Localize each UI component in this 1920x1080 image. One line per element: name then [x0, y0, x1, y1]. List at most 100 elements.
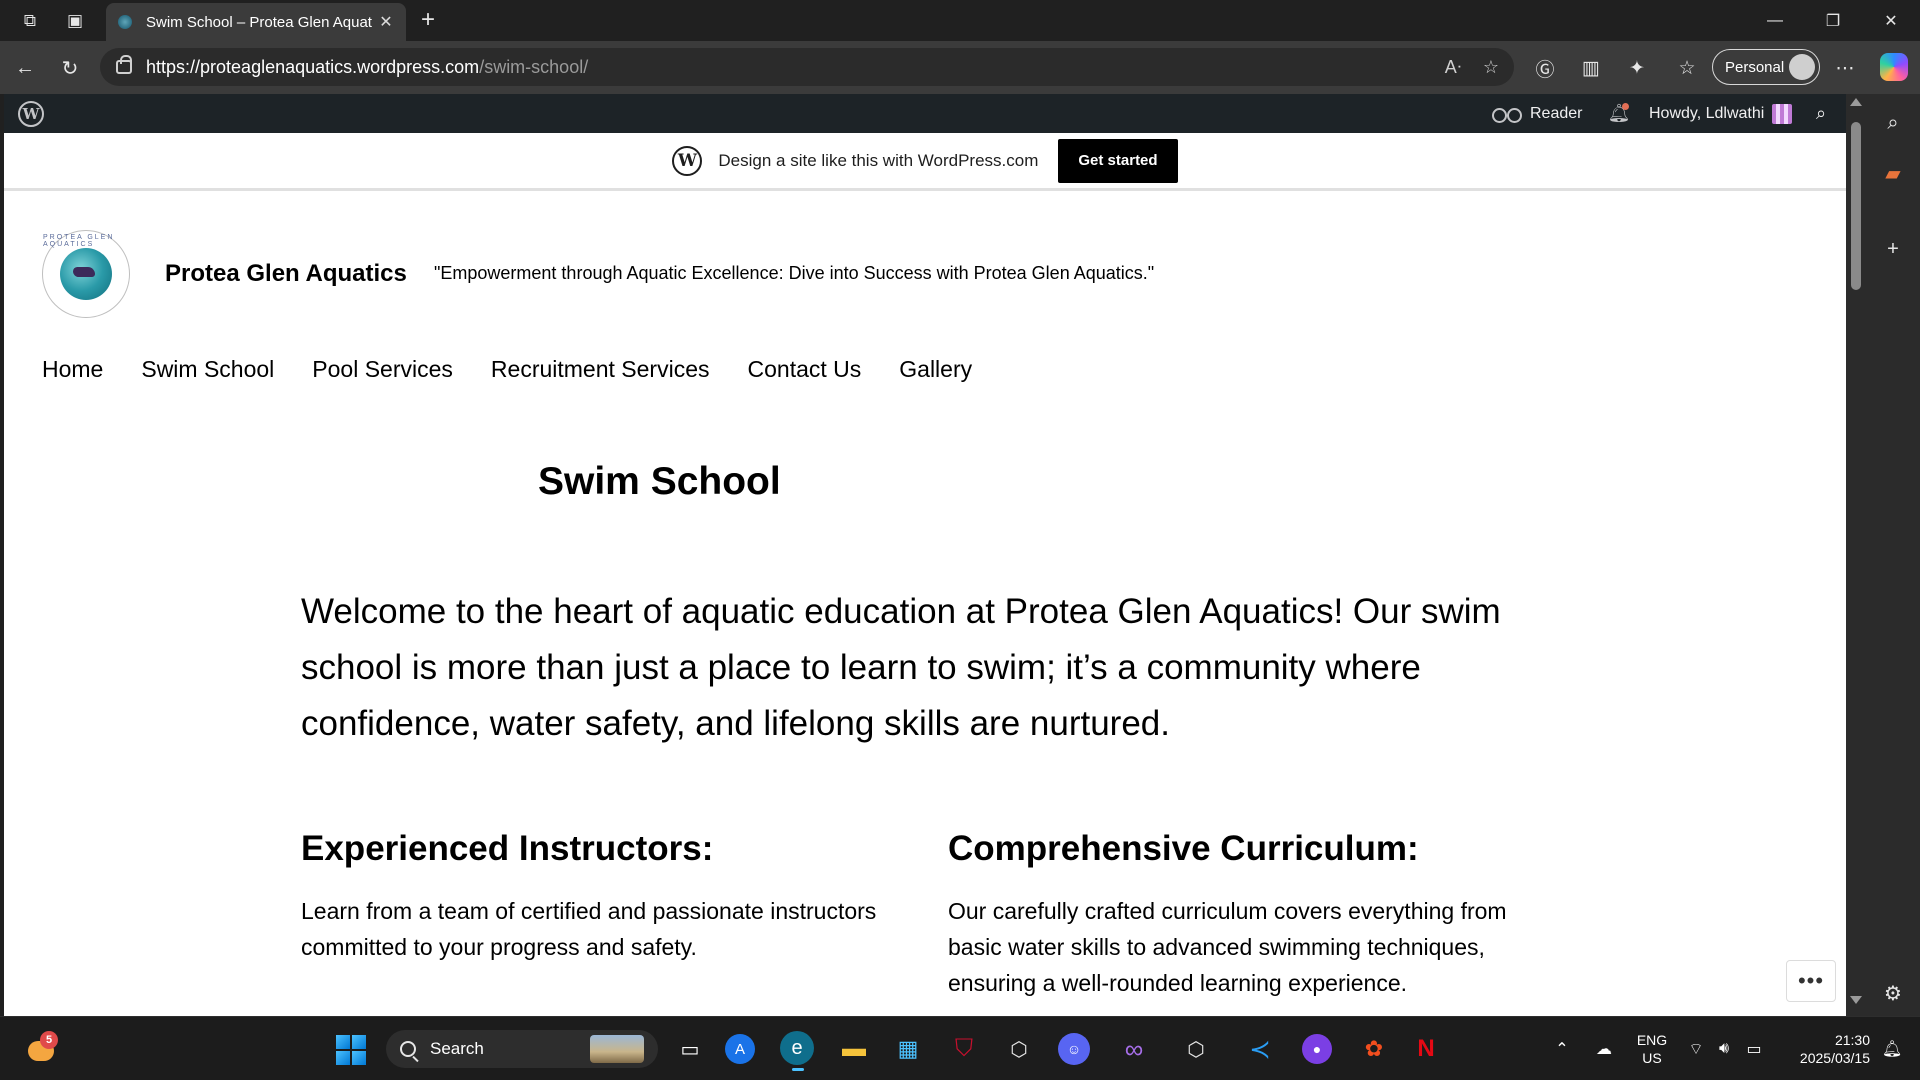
site-favicon-icon [118, 15, 132, 29]
file-explorer-icon[interactable]: ▬ [836, 1031, 872, 1067]
bell-icon: 🔔︎ [1607, 102, 1631, 123]
wifi-icon[interactable]: ⌔ [1684, 1037, 1708, 1061]
reader-link[interactable]: Reader [1492, 94, 1582, 133]
battery-icon[interactable]: ▭ [1742, 1037, 1766, 1061]
browser-toolbar: ← ↻ https://proteaglenaquatics.wordpress… [0, 41, 1920, 94]
admin-search-icon[interactable]: ⌕ [1816, 94, 1826, 133]
weather-badge: 5 [40, 1031, 58, 1049]
volume-icon[interactable]: 🔊︎ [1712, 1037, 1736, 1061]
onedrive-icon[interactable]: ☁ [1592, 1037, 1616, 1061]
logo-swimmer-icon [73, 267, 95, 277]
get-started-button[interactable]: Get started [1058, 138, 1178, 183]
more-options-icon[interactable]: ⋯ [1830, 53, 1860, 83]
tab-close-icon[interactable]: ✕ [374, 12, 398, 32]
site-tagline: "Empowerment through Aquatic Excellence:… [434, 263, 1155, 283]
back-arrow-icon[interactable]: ← [10, 53, 40, 83]
favorite-star-icon[interactable]: ☆ [1476, 52, 1506, 82]
tools-briefcase-icon[interactable]: ▰ [1878, 158, 1908, 188]
task-view-icon[interactable]: ▭ [672, 1031, 708, 1067]
section-heading: Comprehensive Curriculum: [948, 829, 1419, 868]
section-comprehensive-curriculum: Comprehensive Curriculum: Our carefully … [948, 829, 1548, 1001]
browser-titlebar: ⧉ ▣ Swim School – Protea Glen Aquat ✕ + … [0, 0, 1920, 41]
wp-admin-bar: W Reader 🔔︎ Howdy, Ldlwathi ⌕ [4, 94, 1846, 133]
intro-paragraph: Welcome to the heart of aquatic educatio… [301, 592, 1501, 743]
edge-sidebar: ⌕ ▰ + ⚙ [1866, 94, 1920, 1016]
extensions-puzzle-icon[interactable]: ✦ [1622, 53, 1652, 83]
refresh-icon[interactable]: ↻ [55, 53, 85, 83]
unity-icon[interactable]: ⬡ [1001, 1031, 1037, 1067]
close-window-icon[interactable]: ✕ [1868, 6, 1914, 36]
language-bottom: US [1642, 1050, 1662, 1066]
account-menu[interactable]: Howdy, Ldlwathi [1649, 94, 1793, 133]
section-experienced-instructors: Experienced Instructors: Learn from a te… [301, 829, 901, 965]
scroll-down-arrow-icon[interactable] [1850, 996, 1862, 1004]
section-body: Learn from a team of certified and passi… [301, 898, 877, 960]
language-indicator[interactable]: ENG US [1632, 1031, 1672, 1067]
site-title[interactable]: Protea Glen Aquatics [165, 260, 407, 288]
netflix-icon[interactable]: N [1408, 1031, 1444, 1067]
section-heading: Experienced Instructors: [301, 829, 714, 868]
profile-button[interactable]: Personal [1712, 49, 1820, 85]
favorites-icon[interactable]: ☆ [1672, 53, 1702, 83]
vertical-tabs-icon[interactable]: ▣ [61, 8, 89, 34]
nav-swim-school[interactable]: Swim School [141, 356, 274, 383]
wordpress-logo-icon[interactable]: W [18, 101, 44, 127]
site-navigation: Home Swim School Pool Services Recruitme… [42, 356, 1010, 383]
nav-pool-services[interactable]: Pool Services [312, 356, 453, 383]
vscode-icon[interactable]: ≺ [1242, 1031, 1278, 1067]
address-bar[interactable]: https://proteaglenaquatics.wordpress.com… [100, 48, 1514, 86]
wordpress-logo-icon: W [672, 145, 703, 176]
clock-date: 2025/03/15 [1799, 1050, 1870, 1066]
visual-studio-icon[interactable]: ∞ [1116, 1031, 1152, 1067]
page-scrollbar[interactable] [1846, 94, 1866, 1016]
grammarly-icon[interactable]: Ⓖ [1530, 53, 1560, 83]
windows-start-icon[interactable] [336, 1035, 366, 1065]
active-tab[interactable]: Swim School – Protea Glen Aquat ✕ [106, 3, 406, 41]
edge-browser-icon[interactable]: e [780, 1031, 814, 1071]
nav-contact-us[interactable]: Contact Us [748, 356, 862, 383]
mcafee-icon[interactable]: ⛉ [946, 1031, 982, 1067]
workspaces-icon[interactable]: ⧉ [16, 8, 44, 34]
sidebar-search-icon[interactable]: ⌕ [1878, 108, 1908, 138]
notifications-button[interactable]: 🔔︎ [1608, 94, 1630, 133]
weather-widget[interactable]: 5 [26, 1031, 60, 1065]
minimize-icon[interactable]: — [1752, 6, 1798, 36]
tab-title: Swim School – Protea Glen Aquat [146, 13, 372, 31]
search-highlight-image [590, 1035, 644, 1063]
figma-icon[interactable]: ✿ [1356, 1031, 1392, 1067]
reader-label: Reader [1530, 104, 1583, 122]
notification-center-icon[interactable]: 🔔︎ [1880, 1037, 1904, 1061]
sidebar-settings-gear-icon[interactable]: ⚙ [1878, 978, 1908, 1008]
nav-gallery[interactable]: Gallery [899, 356, 972, 383]
page-viewport: W Reader 🔔︎ Howdy, Ldlwathi ⌕ W Design a… [4, 94, 1846, 1016]
add-sidebar-app-icon[interactable]: + [1878, 234, 1908, 264]
app-a-icon[interactable]: A [725, 1034, 755, 1064]
nav-recruitment-services[interactable]: Recruitment Services [491, 356, 710, 383]
read-aloud-icon[interactable]: Aᐧ [1438, 52, 1468, 82]
site-logo[interactable]: PROTEA GLEN AQUATICS [42, 230, 130, 318]
taskbar-search[interactable]: Search [386, 1030, 658, 1068]
nav-home[interactable]: Home [42, 356, 103, 383]
section-body: Our carefully crafted curriculum covers … [948, 898, 1507, 996]
extension-icon[interactable]: ▥ [1576, 53, 1606, 83]
more-actions-button[interactable]: ••• [1786, 960, 1836, 1002]
url-text[interactable]: https://proteaglenaquatics.wordpress.com… [146, 57, 588, 78]
github-desktop-icon[interactable]: ● [1302, 1034, 1332, 1064]
clock-time: 21:30 [1834, 1032, 1870, 1048]
page-title: Swim School [538, 460, 781, 503]
lock-icon[interactable] [116, 55, 132, 74]
discord-icon[interactable]: ☺ [1058, 1033, 1090, 1065]
scroll-thumb[interactable] [1851, 122, 1861, 290]
profile-avatar [1789, 54, 1815, 80]
copilot-icon[interactable] [1880, 53, 1908, 81]
restore-icon[interactable]: ❐ [1810, 6, 1856, 36]
show-hidden-icons-icon[interactable]: ⌃ [1550, 1037, 1574, 1061]
unity-hub-icon[interactable]: ⬡ [1178, 1031, 1214, 1067]
reader-glasses-icon [1492, 107, 1522, 123]
wordpress-promo-banner: W Design a site like this with WordPress… [4, 133, 1846, 191]
scroll-up-arrow-icon[interactable] [1850, 98, 1862, 106]
clock[interactable]: 21:30 2025/03/15 [1780, 1031, 1870, 1067]
language-top: ENG [1636, 1032, 1668, 1048]
microsoft-store-icon[interactable]: ▦ [890, 1031, 926, 1067]
new-tab-button[interactable]: + [414, 6, 442, 34]
